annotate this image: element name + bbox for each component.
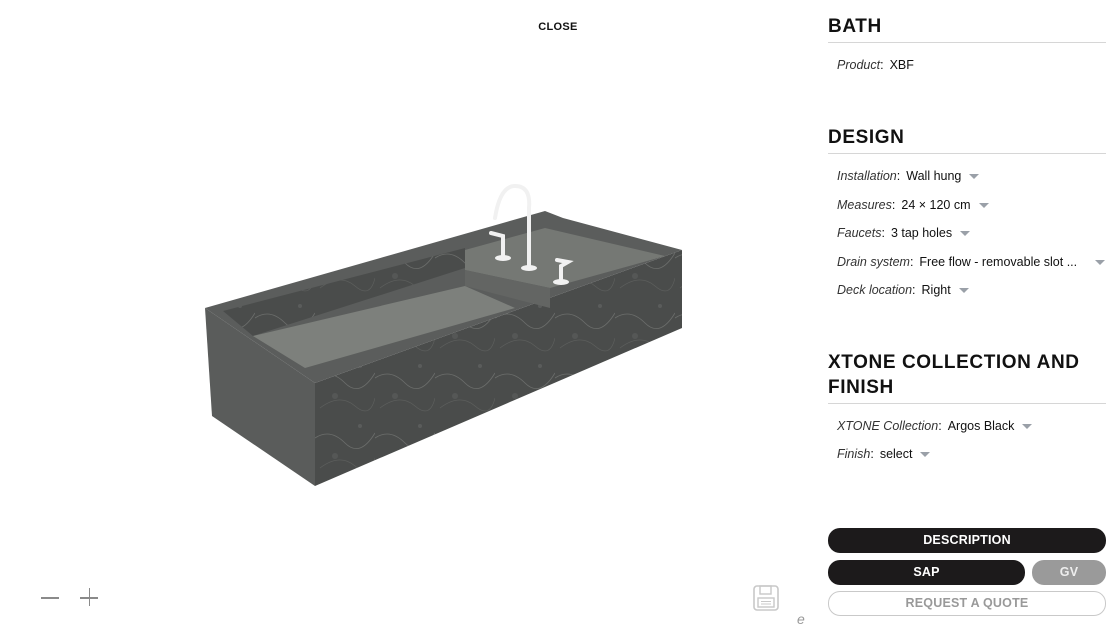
- gv-button[interactable]: GV: [1032, 560, 1106, 585]
- dropdown-arrow-icon[interactable]: [920, 452, 931, 458]
- field-label: Finish: [837, 447, 871, 461]
- dropdown-arrow-icon[interactable]: [1022, 424, 1033, 430]
- zoom-out-button[interactable]: [39, 586, 61, 608]
- field-label: Measures: [837, 198, 892, 212]
- dropdown-measures[interactable]: Measures: 24 × 120 cm: [837, 197, 989, 213]
- field-label: XTONE Collection: [837, 419, 939, 433]
- field-label: Drain system: [837, 255, 910, 269]
- brand-logo-icon: e: [797, 611, 805, 627]
- field-label: Installation: [837, 169, 897, 183]
- field-product: Product: XBF: [837, 58, 914, 72]
- dropdown-drain-system[interactable]: Drain system: Free flow - removable slot …: [837, 254, 1077, 270]
- field-label: Deck location: [837, 283, 913, 297]
- dropdown-arrow-icon[interactable]: [958, 288, 969, 294]
- dropdown-faucets[interactable]: Faucets: 3 tap holes: [837, 225, 971, 241]
- sap-button[interactable]: SAP: [828, 560, 1025, 585]
- dropdown-arrow-icon[interactable]: [1095, 260, 1105, 265]
- product-3d-render[interactable]: [195, 178, 695, 498]
- field-value: 24 × 120 cm: [901, 198, 971, 212]
- field-label: Faucets: [837, 226, 882, 240]
- close-button[interactable]: CLOSE: [528, 21, 588, 37]
- dropdown-xtone-collection[interactable]: XTONE Collection: Argos Black: [837, 418, 1033, 434]
- field-value: Right: [921, 283, 951, 297]
- dropdown-finish[interactable]: Finish: select: [837, 446, 931, 462]
- save-icon[interactable]: [752, 584, 780, 612]
- dropdown-arrow-icon[interactable]: [969, 174, 980, 180]
- field-value: Wall hung: [906, 169, 962, 183]
- zoom-in-button[interactable]: [78, 586, 100, 608]
- dropdown-deck-location[interactable]: Deck location: Right: [837, 282, 969, 298]
- section-title-collection: XTONE COLLECTION AND FINISH: [828, 350, 1106, 404]
- field-value: XBF: [889, 58, 914, 72]
- dropdown-arrow-icon[interactable]: [960, 231, 971, 237]
- dropdown-arrow-icon[interactable]: [978, 203, 989, 209]
- section-title-bath: BATH: [828, 14, 1106, 43]
- dropdown-installation[interactable]: Installation: Wall hung: [837, 168, 980, 184]
- request-quote-button[interactable]: REQUEST A QUOTE: [828, 591, 1106, 616]
- field-value: Argos Black: [947, 419, 1015, 433]
- section-title-design: DESIGN: [828, 125, 1106, 154]
- configurator-panel: BATH Product: XBF DESIGN Installation: Wal…: [828, 0, 1106, 631]
- field-value: Free flow - removable slot ...: [919, 255, 1078, 269]
- field-label: Product: [837, 58, 881, 72]
- field-value: 3 tap holes: [890, 226, 953, 240]
- description-button[interactable]: DESCRIPTION: [828, 528, 1106, 553]
- product-viewer: CLOSE e: [0, 0, 815, 631]
- field-value: select: [879, 447, 913, 461]
